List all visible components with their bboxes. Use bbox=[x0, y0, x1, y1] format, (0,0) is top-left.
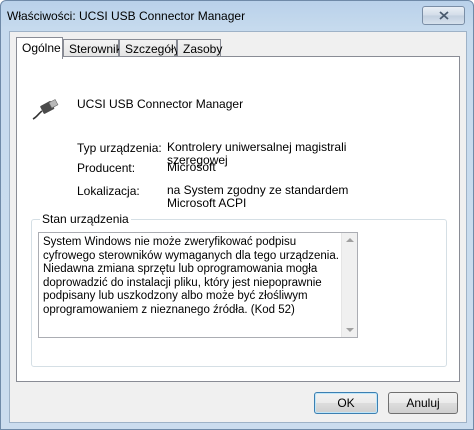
location-label: Lokalizacja: bbox=[77, 184, 140, 198]
cancel-button[interactable]: Anuluj bbox=[388, 392, 458, 414]
device-status-legend: Stan urządzenia bbox=[40, 212, 131, 226]
title-bar[interactable]: Właściwości: UCSI USB Connector Manager bbox=[1, 1, 473, 31]
close-icon bbox=[438, 11, 449, 20]
device-type-label: Typ urządzenia: bbox=[77, 141, 162, 155]
tab-label: Szczegóły bbox=[125, 42, 180, 56]
device-status-text: System Windows nie może zweryfikować pod… bbox=[43, 236, 339, 316]
tab-label: Sterownik bbox=[69, 42, 122, 56]
manufacturer-value: Microsoft bbox=[167, 160, 216, 174]
location-value: na System zgodny ze standardem Microsoft… bbox=[167, 183, 349, 210]
properties-window: Właściwości: UCSI USB Connector Manager … bbox=[0, 0, 474, 430]
manufacturer-label: Producent: bbox=[77, 161, 136, 175]
scroll-down-icon[interactable] bbox=[346, 328, 354, 332]
device-status-textbox[interactable]: System Windows nie może zweryfikować pod… bbox=[38, 232, 358, 338]
device-name: UCSI USB Connector Manager bbox=[77, 97, 244, 111]
general-tab-panel: UCSI USB Connector Manager Typ urządzeni… bbox=[16, 56, 460, 382]
window-title: Właściwości: UCSI USB Connector Manager bbox=[7, 9, 246, 23]
close-button[interactable] bbox=[422, 6, 465, 25]
tab-general[interactable]: Ogólne bbox=[16, 37, 63, 59]
device-status-group: Stan urządzenia System Windows nie może … bbox=[31, 212, 447, 367]
scroll-up-icon[interactable] bbox=[346, 238, 354, 242]
status-scrollbar[interactable] bbox=[341, 233, 357, 337]
usb-connector-icon bbox=[31, 99, 59, 121]
tab-details[interactable]: Szczegóły bbox=[119, 39, 180, 57]
tab-driver[interactable]: Sterownik bbox=[63, 39, 122, 57]
dialog-client-area: Ogólne Sterownik Szczegóły Zasoby UCSI U… bbox=[9, 31, 467, 423]
ok-button[interactable]: OK bbox=[314, 392, 378, 414]
tab-resources[interactable]: Zasoby bbox=[177, 39, 223, 57]
tab-label: Zasoby bbox=[183, 42, 223, 56]
tab-label: Ogólne bbox=[22, 41, 61, 55]
